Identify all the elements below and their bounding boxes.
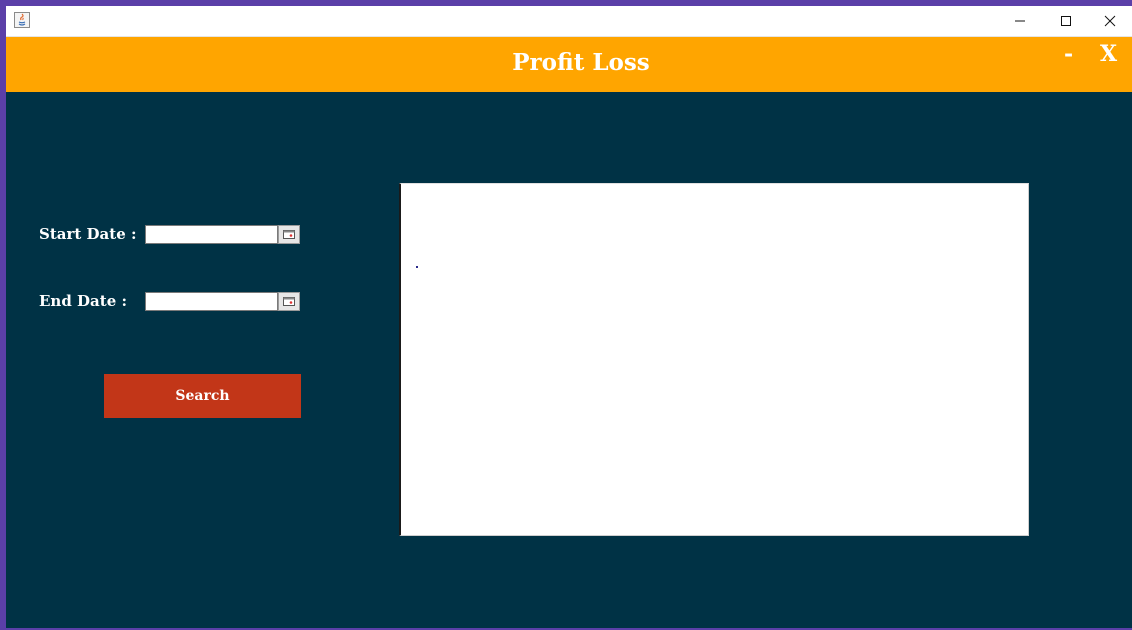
end-date-label: End Date : xyxy=(39,292,128,310)
title-bar[interactable] xyxy=(6,6,1132,36)
start-date-field[interactable] xyxy=(145,225,278,244)
calendar-icon xyxy=(283,297,295,306)
maximize-icon xyxy=(1061,16,1071,26)
result-marker xyxy=(416,266,418,268)
window-close-button[interactable] xyxy=(1087,6,1132,36)
close-icon xyxy=(1104,15,1116,27)
results-panel[interactable] xyxy=(399,183,1029,536)
end-date-field[interactable] xyxy=(145,292,278,311)
page-title: Profit Loss xyxy=(512,49,650,76)
calendar-icon xyxy=(283,230,295,239)
java-icon[interactable] xyxy=(14,12,30,28)
window-minimize-button[interactable] xyxy=(997,6,1043,36)
page-header: Profit Loss - X xyxy=(6,36,1132,92)
window-maximize-button[interactable] xyxy=(1043,6,1089,36)
header-close-button[interactable]: X xyxy=(1100,41,1117,67)
start-date-calendar-button[interactable] xyxy=(278,225,300,244)
end-date-calendar-button[interactable] xyxy=(278,292,300,311)
minimize-icon xyxy=(1015,20,1025,22)
start-date-label: Start Date : xyxy=(39,225,137,243)
header-minimize-button[interactable]: - xyxy=(1064,41,1073,67)
app-window: Profit Loss - X Start Date : End Date : … xyxy=(6,6,1132,628)
search-button[interactable]: Search xyxy=(104,374,301,418)
